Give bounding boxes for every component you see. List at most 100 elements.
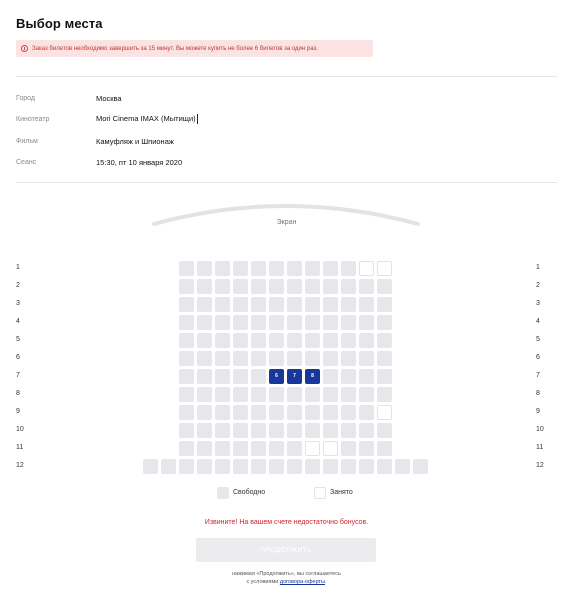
- seat-free[interactable]: [323, 405, 338, 420]
- seat-free[interactable]: [377, 279, 392, 294]
- seat-free[interactable]: [359, 387, 374, 402]
- seat-free[interactable]: [377, 387, 392, 402]
- seat-free[interactable]: [341, 405, 356, 420]
- seat-free[interactable]: [395, 459, 410, 474]
- seat-free[interactable]: [251, 261, 266, 276]
- seat-free[interactable]: [179, 279, 194, 294]
- seat-free[interactable]: [323, 459, 338, 474]
- seat-free[interactable]: [179, 333, 194, 348]
- seat-free[interactable]: [251, 441, 266, 456]
- seat-free[interactable]: [215, 441, 230, 456]
- seat-free[interactable]: [377, 351, 392, 366]
- seat-selected[interactable]: 7: [287, 369, 302, 384]
- seat-free[interactable]: [269, 333, 284, 348]
- seat-free[interactable]: [305, 333, 320, 348]
- seat-free[interactable]: [269, 351, 284, 366]
- seat-free[interactable]: [179, 315, 194, 330]
- seat-free[interactable]: [251, 405, 266, 420]
- seat-free[interactable]: [377, 441, 392, 456]
- seat-free[interactable]: [377, 297, 392, 312]
- seat-free[interactable]: [305, 279, 320, 294]
- seat-free[interactable]: [197, 441, 212, 456]
- seat-free[interactable]: [359, 405, 374, 420]
- seat-free[interactable]: [287, 315, 302, 330]
- seat-free[interactable]: [269, 459, 284, 474]
- seat-free[interactable]: [323, 333, 338, 348]
- seat-free[interactable]: [305, 351, 320, 366]
- seat-free[interactable]: [233, 261, 248, 276]
- seat-free[interactable]: [269, 297, 284, 312]
- seat-free[interactable]: [197, 333, 212, 348]
- seat-free[interactable]: [215, 351, 230, 366]
- seat-free[interactable]: [269, 315, 284, 330]
- seat-free[interactable]: [305, 261, 320, 276]
- seat-free[interactable]: [215, 387, 230, 402]
- seat-free[interactable]: [341, 333, 356, 348]
- seat-free[interactable]: [341, 441, 356, 456]
- seat-free[interactable]: [215, 279, 230, 294]
- seat-free[interactable]: [269, 405, 284, 420]
- seat-free[interactable]: [251, 315, 266, 330]
- seat-free[interactable]: [233, 333, 248, 348]
- seat-free[interactable]: [233, 279, 248, 294]
- seat-free[interactable]: [377, 315, 392, 330]
- seat-free[interactable]: [251, 459, 266, 474]
- seat-free[interactable]: [287, 405, 302, 420]
- seat-free[interactable]: [359, 279, 374, 294]
- seat-free[interactable]: [287, 297, 302, 312]
- seat-free[interactable]: [305, 423, 320, 438]
- seat-free[interactable]: [305, 459, 320, 474]
- offer-agreement-link[interactable]: договора-оферты: [280, 579, 325, 585]
- seat-free[interactable]: [179, 387, 194, 402]
- seat-free[interactable]: [287, 333, 302, 348]
- seat-free[interactable]: [305, 297, 320, 312]
- seat-free[interactable]: [179, 459, 194, 474]
- seat-selected[interactable]: 8: [305, 369, 320, 384]
- seat-free[interactable]: [233, 387, 248, 402]
- seat-free[interactable]: [197, 315, 212, 330]
- seat-free[interactable]: [287, 351, 302, 366]
- seat-free[interactable]: [341, 459, 356, 474]
- seat-free[interactable]: [359, 459, 374, 474]
- seat-free[interactable]: [305, 315, 320, 330]
- seat-free[interactable]: [341, 387, 356, 402]
- seat-free[interactable]: [359, 441, 374, 456]
- seat-free[interactable]: [269, 423, 284, 438]
- seat-free[interactable]: [179, 405, 194, 420]
- seat-free[interactable]: [341, 351, 356, 366]
- seat-free[interactable]: [251, 387, 266, 402]
- seat-free[interactable]: [215, 459, 230, 474]
- seat-free[interactable]: [269, 441, 284, 456]
- seat-free[interactable]: [143, 459, 158, 474]
- seat-free[interactable]: [323, 297, 338, 312]
- seat-free[interactable]: [233, 459, 248, 474]
- seat-free[interactable]: [197, 405, 212, 420]
- seat-free[interactable]: [269, 261, 284, 276]
- seat-selected[interactable]: 6: [269, 369, 284, 384]
- seat-free[interactable]: [197, 261, 212, 276]
- seat-free[interactable]: [341, 315, 356, 330]
- seat-free[interactable]: [341, 423, 356, 438]
- seat-free[interactable]: [233, 369, 248, 384]
- seat-free[interactable]: [179, 297, 194, 312]
- seat-free[interactable]: [287, 459, 302, 474]
- seat-free[interactable]: [269, 387, 284, 402]
- seat-free[interactable]: [179, 369, 194, 384]
- seat-free[interactable]: [161, 459, 176, 474]
- seat-free[interactable]: [341, 369, 356, 384]
- seat-free[interactable]: [377, 333, 392, 348]
- seat-free[interactable]: [251, 369, 266, 384]
- seat-free[interactable]: [377, 459, 392, 474]
- seat-free[interactable]: [251, 297, 266, 312]
- seat-free[interactable]: [179, 351, 194, 366]
- seat-free[interactable]: [197, 459, 212, 474]
- seat-free[interactable]: [359, 351, 374, 366]
- seat-free[interactable]: [287, 387, 302, 402]
- seat-free[interactable]: [287, 423, 302, 438]
- seat-free[interactable]: [233, 405, 248, 420]
- seat-free[interactable]: [197, 423, 212, 438]
- seat-free[interactable]: [359, 423, 374, 438]
- seat-free[interactable]: [233, 297, 248, 312]
- seat-free[interactable]: [377, 369, 392, 384]
- seat-free[interactable]: [341, 297, 356, 312]
